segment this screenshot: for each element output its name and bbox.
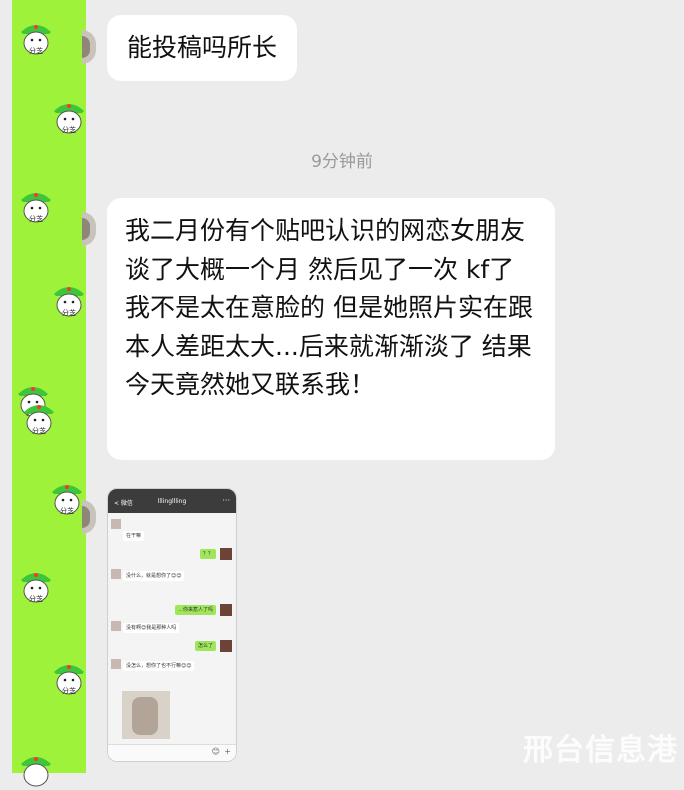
sticker-image: 分芝 (54, 665, 84, 695)
avatar (111, 569, 121, 579)
svg-text:分芝: 分芝 (29, 46, 43, 55)
message-bubble[interactable]: 能投稿吗所长 (107, 15, 298, 81)
plus-icon: + (224, 747, 231, 756)
sticker-image: 分芝 (54, 104, 84, 134)
sticker-image: 分芝 (21, 193, 51, 223)
svg-text:分芝: 分芝 (29, 214, 43, 223)
sticker-image (21, 757, 51, 787)
svg-text:分芝: 分芝 (62, 308, 76, 317)
message-timestamp: 9分钟前 (311, 152, 373, 172)
avatar[interactable] (82, 212, 96, 246)
sticker-image: 分芝 (24, 405, 54, 435)
chat-message: 在干嘛 (123, 531, 145, 541)
sticker-image: 分芝 (21, 573, 51, 603)
sticker-image: 分芝 (21, 25, 51, 55)
avatar (220, 640, 232, 652)
avatar (220, 548, 232, 560)
watermark: 邢台信息港 (523, 733, 678, 768)
avatar[interactable] (82, 500, 96, 534)
chat-message: 没什么，就是想你了😊😊 (123, 571, 185, 581)
avatar[interactable] (82, 30, 96, 64)
more-icon: ··· (222, 496, 230, 505)
avatar (111, 659, 121, 669)
svg-text:分芝: 分芝 (62, 686, 76, 695)
svg-text:分芝: 分芝 (29, 594, 43, 603)
chat-message: ？？ (199, 549, 216, 559)
avatar (111, 519, 121, 529)
chat-message: ...你来惹人了吗 (175, 605, 216, 615)
svg-text:分芝: 分芝 (62, 125, 76, 134)
sticker-image: 分芝 (52, 485, 82, 515)
sticker-image: 分芝 (54, 287, 84, 317)
chat-message: 怎么了 (194, 641, 216, 651)
chat-message: 没有啊😊我是那种人吗 (123, 623, 180, 633)
svg-text:分芝: 分芝 (32, 426, 46, 435)
screenshot-title: lllingllling (157, 498, 187, 505)
message-bubble[interactable]: 我二月份有个贴吧认识的网恋女朋友 谈了大概一个月 然后见了一次 kf了 我不是太… (107, 198, 555, 460)
chat-message: 没怎么，想你了也不行嘛😊😊 (123, 661, 195, 671)
svg-text:分芝: 分芝 (60, 506, 74, 515)
input-bar: 😊 + (108, 744, 236, 761)
photo-thumbnail (122, 691, 170, 739)
avatar (220, 604, 232, 616)
emoji-icon: 😊 (211, 747, 220, 756)
avatar (111, 621, 121, 631)
screenshot-header: < 微信 lllingllling ··· (108, 489, 236, 513)
image-message[interactable]: < 微信 lllingllling ··· 在干嘛 ？？ 没什么，就是想你了😊😊… (107, 488, 237, 762)
